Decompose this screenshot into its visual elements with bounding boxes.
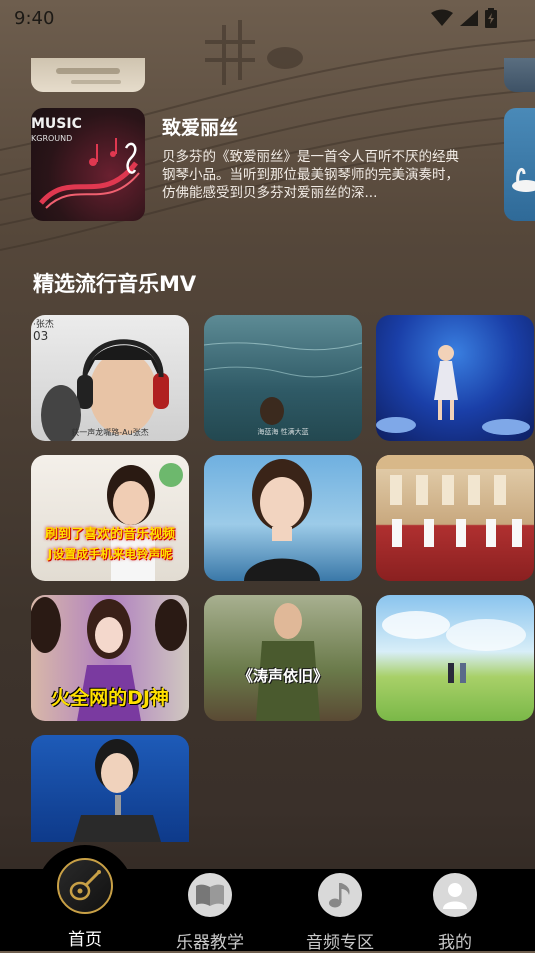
status-time: 9:40 [14,8,55,29]
thumbnail-text-background: KGROUND [31,134,73,143]
thumbnail-text-music: MUSIC [31,116,82,132]
tab-mine[interactable]: 我的 [400,869,510,953]
mv-card-7[interactable]: 火全网的DJ神 [31,595,189,721]
tab-instrument-teaching[interactable]: 乐器教学 [155,869,265,953]
tab-label-home: 首页 [68,930,102,950]
mv-card-3[interactable] [376,315,534,441]
book-icon [188,873,232,917]
woman-speaking-image [107,463,183,581]
mv-card-9[interactable] [376,595,534,721]
wifi-icon [431,9,453,26]
status-icons [431,8,497,28]
mv-caption-line2: J设置成手机来电铃声呢 [47,547,173,561]
stage-performer-image [376,345,530,435]
soldier-singer-image [256,603,320,721]
battery-icon [485,8,497,28]
mv-card-5[interactable] [204,455,362,581]
previous-side-thumbnail[interactable] [504,58,535,92]
tab-home[interactable]: 首页 [30,858,140,951]
singer-headphones-image [41,339,169,441]
mv-caption-line1: 刷到了喜欢的音乐视频 [44,527,175,542]
concert-hall-image [376,455,534,547]
mv-card-8[interactable]: 《涛声依旧》 [204,595,362,721]
featured-article-title[interactable]: 致爱丽丝 [162,113,238,140]
mv-caption-line1: 火全网的DJ神 [51,687,169,709]
mv-section-title: 精选流行音乐MV [33,272,197,296]
woman-seaside-image [244,459,320,581]
mv-card-1[interactable]: ·张杰 03 获一声龙嘴路-Au张杰 [31,315,189,441]
ocean-image [204,342,362,425]
music-note-icon [318,873,362,917]
couple-meadow-image [382,611,526,683]
swan-image [512,167,535,192]
status-bar: 9:40 [0,0,535,36]
featured-article-description: 贝多芬的《致爱丽丝》是一首令人百听不厌的经典钢琴小品。当听到那位最美钢琴师的完美… [162,149,459,201]
tab-label-audio-zone: 音频专区 [306,933,374,953]
mv-caption-bottom: 海蓝海 性满大蓝 [257,428,309,436]
guitar-icon [57,858,113,914]
mv-card-10[interactable] [31,735,189,842]
featured-article-thumbnail[interactable]: MUSIC KGROUND [31,108,145,221]
mv-card-6[interactable] [376,455,534,581]
male-singer-image [73,739,161,842]
tab-label-mine: 我的 [438,933,472,953]
tab-label-instrument-teaching: 乐器教学 [176,933,244,953]
mv-card-2[interactable]: 海蓝海 性满大蓝 [204,315,362,441]
side-article-thumbnail[interactable] [504,108,535,221]
previous-article-thumbnail[interactable] [31,58,145,92]
user-icon [433,873,477,917]
mv-caption-bottom: 获一声龙嘴路-Au张杰 [71,428,149,437]
mv-caption-top-number: 03 [33,329,49,343]
tab-audio-zone[interactable]: 音频专区 [285,869,395,953]
mv-caption-line1: 《涛声依旧》 [237,667,328,685]
signal-icon [460,10,478,26]
mv-card-4[interactable]: 刷到了喜欢的音乐视频 J设置成手机来电铃声呢 [31,455,189,581]
